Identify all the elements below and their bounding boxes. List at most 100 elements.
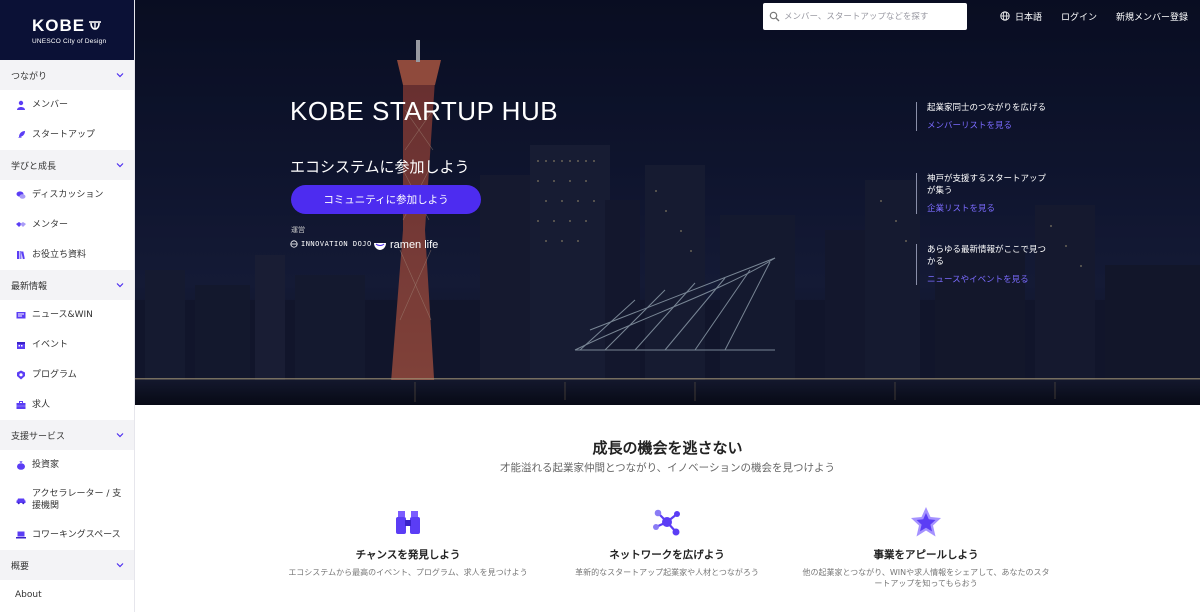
- search-icon: [769, 11, 780, 22]
- sidebar-item-startups[interactable]: スタートアップ: [0, 120, 134, 150]
- sidebar-item-events[interactable]: イベント: [0, 330, 134, 360]
- sidebar-item-resources[interactable]: お役立ち資料: [0, 240, 134, 270]
- sidebar-item-label: プログラム: [32, 370, 77, 380]
- sidebar-item-mentor[interactable]: メンター: [0, 210, 134, 240]
- sidebar-section-connections[interactable]: つながり: [0, 60, 134, 90]
- language-label: 日本語: [1014, 12, 1042, 23]
- section-label: つながり: [11, 71, 48, 82]
- register-link[interactable]: 新規メンバー登録: [1116, 10, 1188, 23]
- innovation-dojo-logo[interactable]: INNOVATION DOJO: [290, 240, 372, 248]
- join-community-button[interactable]: コミュニティに参加しよう: [291, 185, 481, 214]
- section-subheading: 才能溢れる起業家仲間とつながり、イノベーションの機会を見つけよう: [500, 462, 835, 474]
- ramen-bowl-icon: [374, 242, 386, 250]
- binoculars-icon: [396, 511, 420, 534]
- person-icon: [17, 100, 25, 110]
- sidebar-item-programs[interactable]: プログラム: [0, 360, 134, 390]
- sidebar-item-label: コワーキングスペース: [32, 530, 121, 540]
- calendar-icon: [17, 342, 25, 349]
- sidebar-item-label: 求人: [32, 400, 51, 410]
- rocket-icon: [18, 131, 25, 138]
- badge-icon: [17, 370, 25, 380]
- logo-subtitle: UNESCO City of Design: [32, 37, 107, 45]
- sidebar-section-overview[interactable]: 概要: [0, 550, 134, 580]
- search-box[interactable]: [763, 3, 967, 30]
- sidebar-item-investors[interactable]: 投資家: [0, 450, 134, 480]
- card-link-companies[interactable]: 企業リストを見る: [927, 202, 1046, 214]
- partner-name: INNOVATION DOJO: [301, 240, 372, 248]
- sidebar-item-jobs[interactable]: 求人: [0, 390, 134, 420]
- sidebar-item-label: メンバー: [32, 100, 69, 110]
- sidebar-section-news[interactable]: 最新情報: [0, 270, 134, 300]
- chevron-down-icon: [116, 433, 124, 438]
- sidebar-item-accelerators[interactable]: アクセラレーター / 支援機関: [0, 480, 134, 520]
- books-icon: [17, 251, 25, 260]
- card-text: あらゆる最新情報がここで見つかる: [927, 245, 1047, 267]
- search-input[interactable]: [784, 11, 964, 22]
- feature-description: エコシステムから最高のイベント、プログラム、求人を見つけよう: [288, 568, 528, 577]
- top-navbar: 日本語 ログイン 新規メンバー登録: [135, 0, 1200, 32]
- sidebar-section-support[interactable]: 支援サービス: [0, 420, 134, 450]
- login-link[interactable]: ログイン: [1061, 10, 1097, 23]
- feature-network: ネットワークを広げよう 革新的なスタートアップ起業家や人材とつながろう: [542, 505, 792, 578]
- sidebar-item-news-win[interactable]: ニュース&WIN: [0, 300, 134, 330]
- feature-title: チャンスを発見しよう: [355, 549, 461, 561]
- sidebar: KOBE UNESCO City of Design つながり メンバー スター…: [0, 0, 135, 612]
- sidebar-item-label: お役立ち資料: [32, 250, 87, 260]
- moneybag-icon: [17, 461, 25, 470]
- sidebar-item-label: ディスカッション: [32, 190, 104, 200]
- app-root: KOBE UNESCO City of Design つながり メンバー スター…: [0, 0, 1200, 612]
- sidebar-section-learning[interactable]: 学びと成長: [0, 150, 134, 180]
- hero-title: KOBE STARTUP HUB: [290, 96, 559, 126]
- handshake-icon: [16, 222, 26, 227]
- logo-text: KOBE: [32, 15, 86, 35]
- chevron-down-icon: [116, 283, 124, 288]
- news-icon: [16, 312, 26, 319]
- sidebar-item-coworking[interactable]: コワーキングスペース: [0, 520, 134, 550]
- sidebar-item-members[interactable]: メンバー: [0, 90, 134, 120]
- feature-discover: チャンスを発見しよう エコシステムから最高のイベント、プログラム、求人を見つけよ…: [283, 505, 533, 578]
- ramen-life-logo[interactable]: ramen life: [373, 239, 438, 251]
- feature-description: 革新的なスタートアップ起業家や人材とつながろう: [575, 568, 759, 577]
- star-icon: [911, 507, 941, 537]
- sidebar-item-about[interactable]: About: [0, 580, 134, 610]
- sidebar-item-label: スタートアップ: [32, 130, 96, 140]
- card-link-news-events[interactable]: ニュースやイベントを見る: [927, 273, 1046, 285]
- sidebar-item-label: メンター: [32, 220, 69, 230]
- card-text: 起業家同士のつながりを広げる: [927, 103, 1047, 113]
- hero-subtitle: エコシステムに参加しよう: [290, 158, 470, 176]
- sidebar-item-label: ニュース&WIN: [32, 310, 93, 320]
- feature-appeal: 事業をアピールしよう 他の起業家とつながり、WINや求人情報をシェアして、あなた…: [801, 505, 1051, 589]
- sidebar-item-label: アクセラレーター / 支援機関: [32, 489, 122, 511]
- opportunities-section: 成長の機会を逃さない 才能溢れる起業家仲間とつながり、イノベーションの機会を見つ…: [135, 405, 1200, 612]
- hero-card-members: 起業家同士のつながりを広げる メンバーリストを見る: [916, 102, 1046, 131]
- kobe-logo[interactable]: KOBE UNESCO City of Design: [0, 0, 134, 60]
- language-selector[interactable]: 日本語: [1000, 10, 1042, 23]
- chat-icon: [16, 191, 26, 199]
- section-label: 最新情報: [11, 281, 48, 292]
- section-label: 支援サービス: [11, 431, 66, 442]
- chevron-down-icon: [116, 73, 124, 78]
- sidebar-item-label: 投資家: [32, 460, 60, 470]
- hero-card-startups: 神戸が支援するスタートアップが集う 企業リストを見る: [916, 173, 1046, 214]
- header-links: 日本語 ログイン 新規メンバー登録: [981, 0, 1200, 32]
- feature-description: 他の起業家とつながり、WINや求人情報をシェアして、あなたのスタートアップを知っ…: [802, 568, 1050, 588]
- card-link-members[interactable]: メンバーリストを見る: [927, 119, 1046, 131]
- section-label: 概要: [11, 561, 30, 572]
- card-text: 神戸が支援するスタートアップが集う: [927, 174, 1047, 196]
- briefcase-icon: [16, 401, 26, 409]
- chevron-down-icon: [116, 563, 124, 568]
- chevron-down-icon: [116, 163, 124, 168]
- sidebar-item-label: イベント: [32, 340, 69, 350]
- operator-label: 運営: [291, 226, 305, 234]
- sidebar-item-discussion[interactable]: ディスカッション: [0, 180, 134, 210]
- hero-banner: 日本語 ログイン 新規メンバー登録 KOBE STARTUP HUB エコシステ…: [135, 0, 1200, 405]
- feature-title: 事業をアピールしよう: [873, 549, 979, 561]
- laptop-icon: [16, 531, 26, 539]
- partner-name: ramen life: [390, 239, 439, 251]
- hero-card-news: あらゆる最新情報がここで見つかる ニュースやイベントを見る: [916, 244, 1046, 285]
- dojo-mark-icon: [290, 240, 298, 248]
- section-label: 学びと成長: [11, 161, 57, 172]
- logo-mark-icon: [89, 20, 102, 30]
- network-icon: [653, 509, 680, 536]
- car-icon: [16, 498, 26, 505]
